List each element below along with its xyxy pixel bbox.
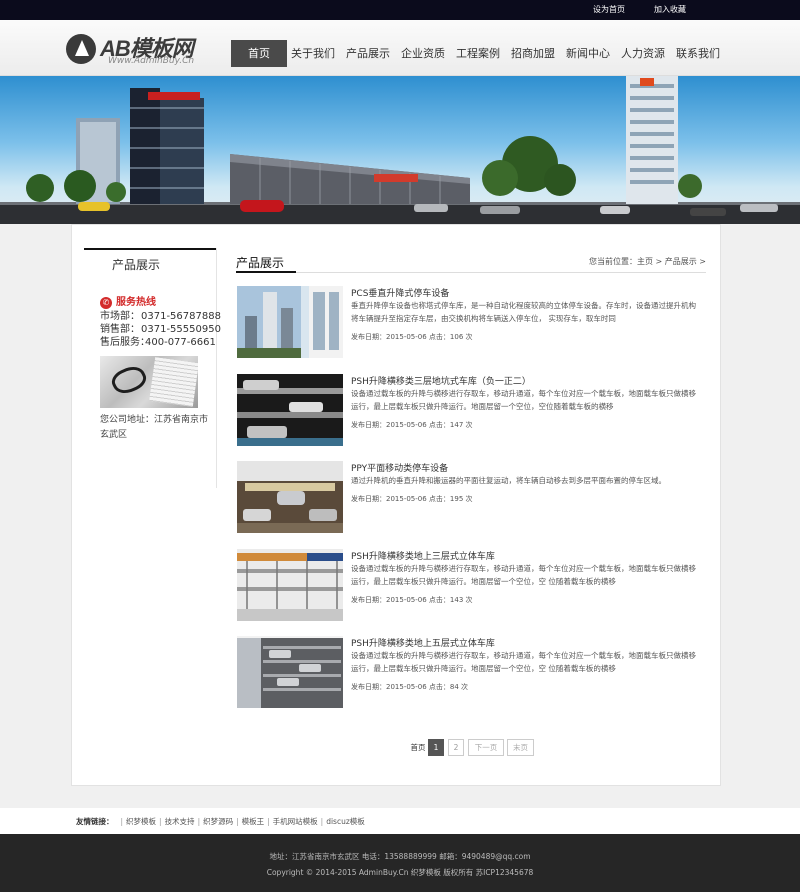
nav-item-about[interactable]: 关于我们 (289, 40, 337, 67)
footer-copyright: Copyright © 2014-2015 AdminBuy.Cn 织梦模板 版… (266, 868, 534, 877)
nav-item-contact[interactable]: 联系我们 (674, 40, 722, 67)
company-address: 您公司地址：江苏省南京市玄武区 (100, 415, 209, 440)
friend-link[interactable]: 技术支持 (165, 817, 195, 826)
contact-value: 0371-56787888 (141, 311, 221, 322)
nav-item-home[interactable]: 首页 (231, 40, 287, 67)
contact-row-service: 售后服务： 400-077-6661 (100, 336, 216, 349)
section-title: 产品展示 (236, 256, 285, 270)
product-meta: 发布日期：2015-05-06 点击：143 次 (351, 596, 473, 604)
logo-subtitle: Www.AdminBuy.Cn (108, 56, 195, 66)
breadcrumb[interactable]: 您当前位置：主页 > 产品展示 > (589, 256, 706, 267)
section-title-underline (236, 271, 706, 273)
nav-item-qualifications[interactable]: 企业资质 (399, 40, 447, 67)
pager-page-2[interactable]: 2 (448, 739, 464, 756)
site-header: AB模板网 Www.AdminBuy.Cn 首页 关于我们 产品展示 企业资质 … (0, 20, 800, 76)
product-item[interactable]: PCS垂直升降式停车设备 垂直升降停车设备也称塔式停车库，是一种自动化程度较高的… (237, 286, 707, 360)
product-item[interactable]: PSH升降横移类三层地坑式车库（负一正二） 设备通过载车板的升降与横移进行存取车… (237, 374, 707, 448)
friend-links-label: 友情链接： (76, 817, 114, 826)
nav-item-hr[interactable]: 人力资源 (619, 40, 667, 67)
product-item[interactable]: PSH升降横移类地上三层式立体车库 设备通过载车板的升降与横移进行存取车，移动升… (237, 549, 707, 623)
product-description: 通过升降机的垂直升降和搬运器的平面往复运动，将车辆自动移去到多层平面布置的停车区… (351, 476, 666, 485)
product-title[interactable]: PSH升降横移类三层地坑式车库（负一正二） (351, 374, 531, 387)
contact-row-sales: 销售部： 0371-55550950 (100, 323, 221, 336)
logo-mark-icon (66, 34, 96, 64)
sidebar-contact: ✆ 服务热线 市场部： 0371-56787888 销售部： 0371-5555… (100, 296, 221, 349)
friend-link[interactable]: 织梦模板 (126, 817, 156, 826)
pager-next[interactable]: 下一页 (468, 739, 504, 756)
sidebar-title: 产品展示 (84, 248, 216, 272)
parking-buildings-illustration (0, 76, 800, 224)
contact-value: 400-077-6661 (145, 337, 216, 348)
product-title[interactable]: PSH升降横移类地上五层式立体车库 (351, 636, 495, 649)
top-bar: 设为首页 加入收藏 (0, 0, 800, 20)
product-item[interactable]: PPY平面移动类停车设备 通过升降机的垂直升降和搬运器的平面往复运动，将车辆自动… (237, 461, 707, 535)
sidebar-contact-image (100, 356, 198, 408)
product-thumbnail[interactable] (237, 374, 343, 446)
product-meta: 发布日期：2015-05-06 点击：84 次 (351, 683, 469, 691)
nav-item-cases[interactable]: 工程案例 (454, 40, 502, 67)
footer-contact-line: 地址：江苏省南京市玄武区 电话：13588889999 邮箱：9490489@q… (269, 852, 531, 861)
product-title[interactable]: PPY平面移动类停车设备 (351, 461, 448, 474)
pager-first[interactable]: 首页 (409, 739, 427, 756)
product-item[interactable]: PSH升降横移类地上五层式立体车库 设备通过载车板的升降与横移进行存取车，移动升… (237, 636, 707, 710)
product-thumbnail[interactable] (237, 549, 343, 621)
product-meta: 发布日期：2015-05-06 点击：147 次 (351, 421, 473, 429)
site-logo[interactable]: AB模板网 Www.AdminBuy.Cn (66, 32, 206, 68)
add-favorite-link[interactable]: 加入收藏 (654, 4, 686, 16)
product-description: 设备通过载车板的升降与横移进行存取车，移动升通道，每个车位对应一个载车板，地面载… (351, 389, 696, 411)
phone-icon: ✆ (100, 297, 112, 309)
friend-link[interactable]: 手机网站模板 (273, 817, 318, 826)
product-thumbnail[interactable] (237, 461, 343, 533)
friend-link[interactable]: discuz模板 (326, 817, 365, 826)
sidebar-divider (216, 248, 217, 488)
nav-item-news[interactable]: 新闻中心 (564, 40, 612, 67)
nav-item-products[interactable]: 产品展示 (344, 40, 392, 67)
site-footer: 地址：江苏省南京市玄武区 电话：13588889999 邮箱：9490489@q… (0, 834, 800, 892)
product-thumbnail[interactable] (237, 636, 343, 708)
product-meta: 发布日期：2015-05-06 点击：195 次 (351, 495, 473, 503)
product-description: 设备通过载车板的升降与横移进行存取车，移动升通道，每个车位对应一个载车板，地面载… (351, 651, 696, 673)
contact-row-market: 市场部： 0371-56787888 (100, 310, 221, 323)
pager-page-1[interactable]: 1 (428, 739, 444, 756)
set-homepage-link[interactable]: 设为首页 (593, 4, 625, 16)
nav-item-franchise[interactable]: 招商加盟 (509, 40, 557, 67)
hotline-heading: ✆ 服务热线 (100, 296, 215, 310)
product-description: 设备通过载车板的升降与横移进行存取车，移动升通道，每个车位对应一个载车板，地面载… (351, 564, 696, 586)
contact-label: 市场部： (100, 311, 140, 322)
friend-link[interactable]: 织梦源码 (203, 817, 233, 826)
friend-links-bar: 友情链接： | 织梦模板 | 技术支持 | 织梦源码 | 模板王 | 手机网站模板 | discuz模板 (0, 808, 800, 834)
contact-label: 销售部： (100, 324, 140, 335)
product-title[interactable]: PCS垂直升降式停车设备 (351, 286, 449, 299)
contact-label: 售后服务： (100, 337, 150, 348)
product-meta: 发布日期：2015-05-06 点击：106 次 (351, 333, 473, 341)
product-thumbnail[interactable] (237, 286, 343, 358)
product-description: 垂直升降停车设备也称塔式停车库，是一种自动化程度较高的立体停车设备。存车时，设备… (351, 301, 696, 323)
hero-banner (0, 76, 800, 224)
friend-link[interactable]: 模板王 (242, 817, 265, 826)
hotline-label: 服务热线 (116, 297, 156, 308)
contact-value: 0371-55550950 (141, 324, 221, 335)
product-title[interactable]: PSH升降横移类地上三层式立体车库 (351, 549, 495, 562)
pager-last[interactable]: 末页 (507, 739, 534, 756)
